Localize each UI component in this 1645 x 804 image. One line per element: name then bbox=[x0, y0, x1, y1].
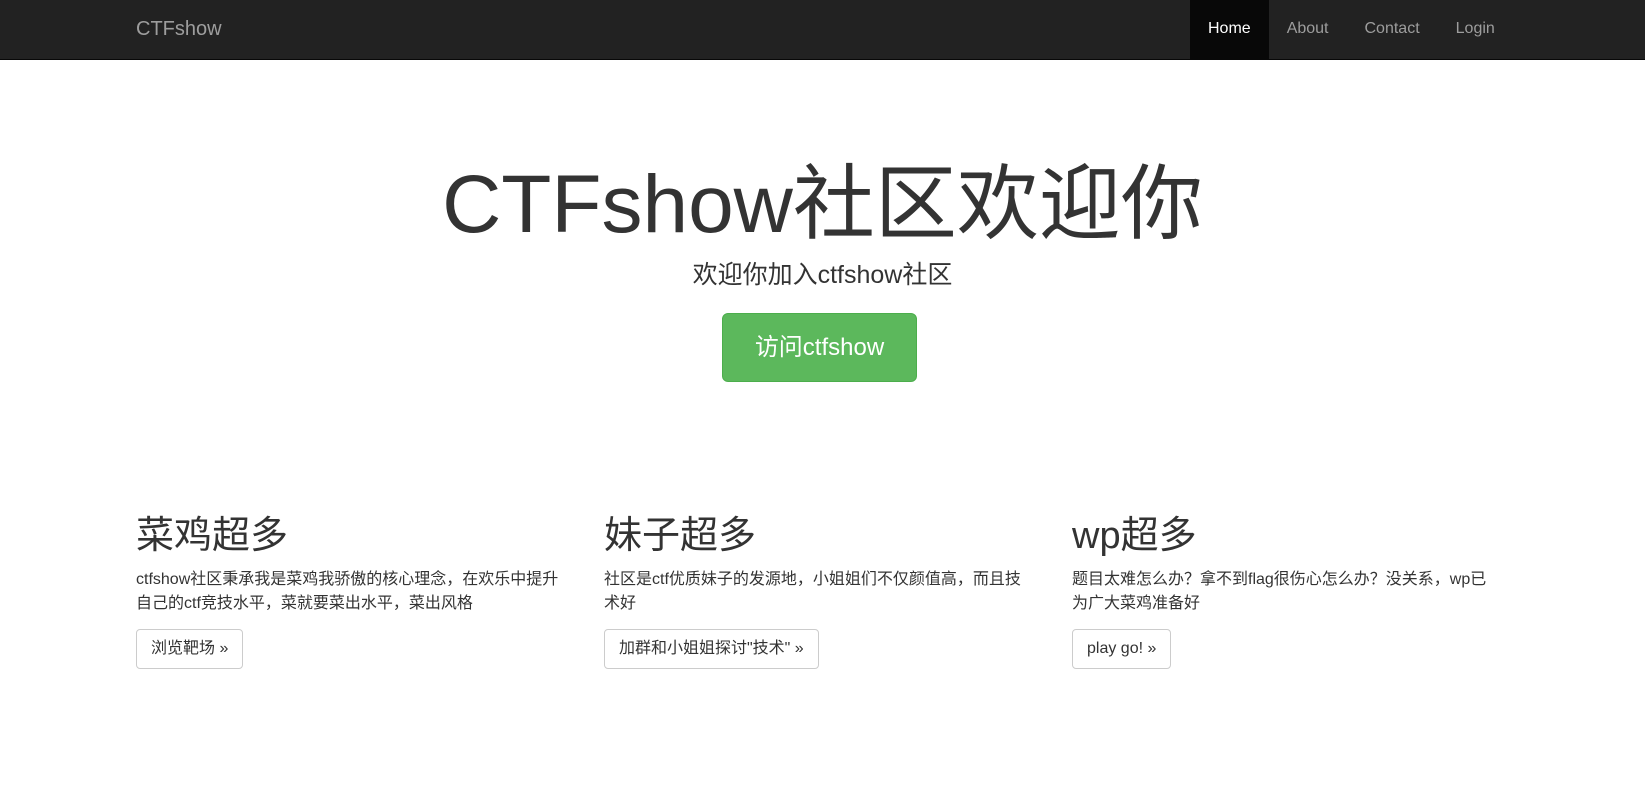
join-group-button[interactable]: 加群和小姐姐探讨"技术" » bbox=[604, 629, 819, 669]
nav-item-about[interactable]: About bbox=[1269, 0, 1347, 59]
hero-title: CTFshow社区欢迎你 bbox=[442, 159, 1203, 250]
feature-column-1: 菜鸡超多 ctfshow社区秉承我是菜鸡我骄傲的核心理念，在欢乐中提升自己的ct… bbox=[136, 510, 576, 669]
visit-ctfshow-button[interactable]: 访问ctfshow bbox=[722, 313, 917, 382]
play-go-button[interactable]: play go! » bbox=[1072, 629, 1172, 669]
feature-text: 社区是ctf优质妹子的发源地，小姐姐们不仅颜值高，而且技术好 bbox=[604, 571, 1021, 612]
feature-column-2: 妹子超多 社区是ctf优质妹子的发源地，小姐姐们不仅颜值高，而且技术好 加群和小… bbox=[604, 510, 1044, 669]
top-navbar: CTFshow Home About Contact Login bbox=[0, 0, 1645, 60]
brand-link[interactable]: CTFshow bbox=[136, 0, 222, 60]
browse-range-button[interactable]: 浏览靶场 » bbox=[136, 629, 244, 669]
main-nav: Home About Contact Login bbox=[1190, 0, 1513, 59]
nav-item-contact[interactable]: Contact bbox=[1347, 0, 1438, 59]
hero-subtitle: 欢迎你加入ctfshow社区 bbox=[692, 261, 953, 289]
nav-item-home[interactable]: Home bbox=[1190, 0, 1269, 59]
feature-text: 题目太难怎么办？拿不到flag很伤心怎么办？没关系，wp已为广大菜鸡准备好 bbox=[1072, 571, 1487, 612]
feature-column-3: wp超多 题目太难怎么办？拿不到flag很伤心怎么办？没关系，wp已为广大菜鸡准… bbox=[1072, 510, 1512, 669]
nav-item-login[interactable]: Login bbox=[1438, 0, 1513, 59]
feature-title: 菜鸡超多 bbox=[136, 515, 289, 557]
feature-title: wp超多 bbox=[1072, 515, 1197, 557]
feature-title: 妹子超多 bbox=[604, 515, 757, 557]
feature-text: ctfshow社区秉承我是菜鸡我骄傲的核心理念，在欢乐中提升自己的ctf竞技水平… bbox=[136, 571, 559, 612]
